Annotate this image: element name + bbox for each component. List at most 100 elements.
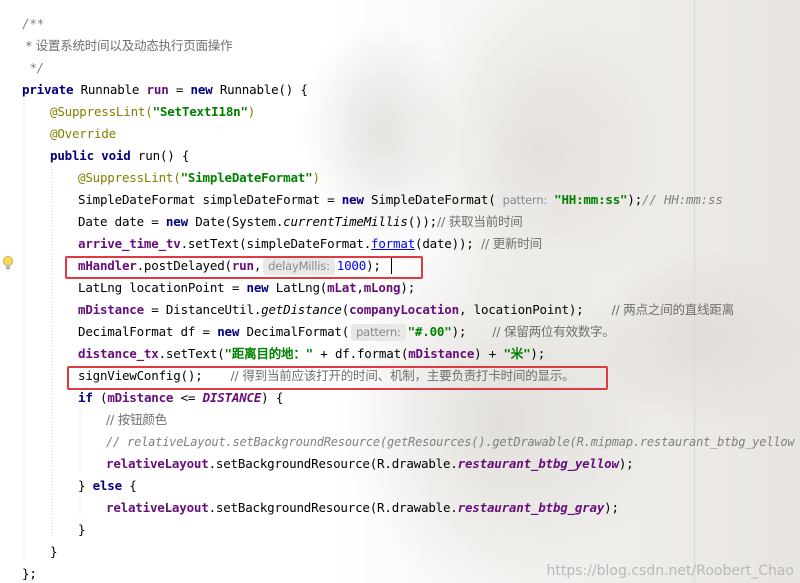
keyword: void bbox=[101, 148, 131, 163]
code-line-21: relativeLayout.setBackgroundResource(R.d… bbox=[106, 453, 634, 475]
code-text: ( bbox=[92, 390, 108, 405]
code-line-16: distance_tx.setText("距离目的地：" + df.format… bbox=[78, 343, 545, 365]
code-text: ( bbox=[341, 302, 350, 317]
code-text: ); bbox=[627, 192, 643, 207]
code-line-8: @SuppressLint("SimpleDateFormat") bbox=[78, 167, 320, 189]
code-text: { bbox=[121, 478, 137, 493]
code-text: ); bbox=[451, 324, 467, 339]
keyword: new bbox=[217, 324, 240, 339]
code-text: , bbox=[356, 280, 364, 295]
annotation: @SuppressLint( bbox=[78, 170, 181, 185]
code-line-10: Date date = new Date(System.currentTimeM… bbox=[78, 211, 523, 233]
code-line-15: DecimalFormat df = new DecimalFormat(pat… bbox=[78, 321, 615, 343]
code-line-11: arrive_time_tv.setText(simpleDateFormat.… bbox=[78, 233, 542, 255]
static-method: getDistance bbox=[261, 302, 342, 317]
lightbulb-icon[interactable] bbox=[2, 255, 14, 271]
highlight-box-postdelayed bbox=[65, 256, 423, 279]
code-line-24: } bbox=[78, 519, 86, 541]
string-literal: "SetTextI18n" bbox=[152, 104, 248, 119]
code-line-6: @Override bbox=[50, 123, 116, 145]
line-comment: // 更新时间 bbox=[480, 236, 542, 251]
code-text: = bbox=[168, 82, 191, 97]
code-text: SimpleDateFormat( bbox=[363, 192, 496, 207]
code-text: ); bbox=[618, 456, 634, 471]
code-text: ()); bbox=[407, 214, 438, 229]
code-text: = DistanceUtil. bbox=[143, 302, 262, 317]
code-text: Date(System. bbox=[187, 214, 284, 229]
constant: restaurant_btbg_gray bbox=[457, 500, 605, 515]
code-text: .setText(simpleDateFormat. bbox=[180, 236, 372, 251]
field: distance_tx bbox=[78, 346, 159, 361]
doc-comment: * 设置系统时间以及动态执行页面操作 bbox=[22, 38, 233, 53]
constant: DISTANCE bbox=[202, 390, 262, 405]
code-line-3: */ bbox=[22, 57, 44, 79]
constant: restaurant_btbg_yellow bbox=[457, 456, 619, 471]
field: mLat bbox=[327, 280, 357, 295]
code-text: } bbox=[78, 478, 93, 493]
string-literal: "SimpleDateFormat" bbox=[180, 170, 313, 185]
annotation: ) bbox=[312, 170, 320, 185]
code-line-5: @SuppressLint("SetTextI18n") bbox=[50, 101, 255, 123]
code-text: (date)); bbox=[415, 236, 481, 251]
code-line-14: mDistance = DistanceUtil.getDistance(com… bbox=[78, 299, 734, 321]
code-text: ); bbox=[400, 280, 416, 295]
parameter-hint: pattern: bbox=[497, 192, 553, 209]
static-method: currentTimeMillis bbox=[283, 214, 408, 229]
keyword: if bbox=[78, 390, 93, 405]
code-text: DecimalFormat df = bbox=[78, 324, 218, 339]
code-line-1: /** bbox=[22, 13, 44, 35]
code-line-4: private Runnable run = new Runnable() { bbox=[22, 79, 308, 101]
field: relativeLayout bbox=[106, 500, 209, 515]
code-text: <= bbox=[173, 390, 203, 405]
code-text: Runnable() { bbox=[212, 82, 308, 97]
code-line-20: // relativeLayout.setBackgroundResource(… bbox=[106, 431, 795, 453]
code-editor[interactable]: /** * 设置系统时间以及动态执行页面操作 */ private Runnab… bbox=[0, 0, 800, 583]
code-text: ) { bbox=[261, 390, 284, 405]
code-line-18: if (mDistance <= DISTANCE) { bbox=[78, 387, 283, 409]
watermark-text: https://blog.csdn.net/Roobert_Chao bbox=[546, 563, 794, 579]
annotation: @Override bbox=[50, 126, 116, 141]
code-text: }; bbox=[22, 566, 37, 581]
parameter-hint: pattern: bbox=[351, 324, 406, 341]
annotation: @SuppressLint( bbox=[50, 104, 153, 119]
keyword: public bbox=[50, 148, 94, 163]
keyword: new bbox=[190, 82, 213, 97]
line-comment: // relativeLayout.setBackgroundResource(… bbox=[106, 435, 795, 449]
field: mDistance bbox=[78, 302, 144, 317]
doc-comment: */ bbox=[22, 60, 44, 75]
keyword: new bbox=[165, 214, 188, 229]
code-text: SimpleDateFormat simpleDateFormat = bbox=[78, 192, 342, 207]
field: mDistance bbox=[107, 390, 174, 405]
highlight-box-signviewconfig bbox=[67, 366, 608, 390]
field: companyLocation bbox=[349, 302, 459, 317]
line-comment: // HH:mm:ss bbox=[642, 192, 723, 207]
code-text: Runnable bbox=[73, 82, 147, 97]
code-text: .setBackgroundResource(R.drawable. bbox=[208, 500, 458, 515]
code-line-19: // 按钮颜色 bbox=[106, 409, 167, 431]
code-text: ) + bbox=[474, 346, 504, 361]
code-text: LatLng( bbox=[268, 280, 328, 295]
code-text: + df.format( bbox=[312, 346, 409, 361]
code-text: } bbox=[78, 522, 86, 537]
string-literal: "米" bbox=[503, 346, 531, 361]
annotation: ) bbox=[247, 104, 256, 119]
code-text: LatLng locationPoint = bbox=[78, 280, 247, 295]
code-text: Date date = bbox=[78, 214, 166, 229]
code-text: .setBackgroundResource(R.drawable. bbox=[208, 456, 458, 471]
code-line-26: }; bbox=[22, 563, 37, 583]
code-line-25: } bbox=[50, 541, 58, 563]
code-text: DecimalFormat( bbox=[239, 324, 350, 339]
field: run bbox=[146, 82, 169, 97]
string-literal: "HH:mm:ss" bbox=[554, 192, 628, 207]
code-line-2: * 设置系统时间以及动态执行页面操作 bbox=[22, 35, 233, 57]
code-line-23: relativeLayout.setBackgroundResource(R.d… bbox=[106, 497, 619, 519]
code-text: run() { bbox=[130, 148, 190, 163]
code-text: ); bbox=[604, 500, 619, 515]
doc-comment: /** bbox=[22, 16, 44, 31]
code-line-7: public void run() { bbox=[50, 145, 189, 167]
field: arrive_time_tv bbox=[78, 236, 181, 251]
method-link[interactable]: format bbox=[371, 236, 415, 251]
line-comment: // 保留两位有效数字。 bbox=[492, 324, 615, 339]
line-comment: // 两点之间的直线距离 bbox=[611, 302, 735, 317]
string-literal: "距离目的地：" bbox=[224, 346, 314, 361]
